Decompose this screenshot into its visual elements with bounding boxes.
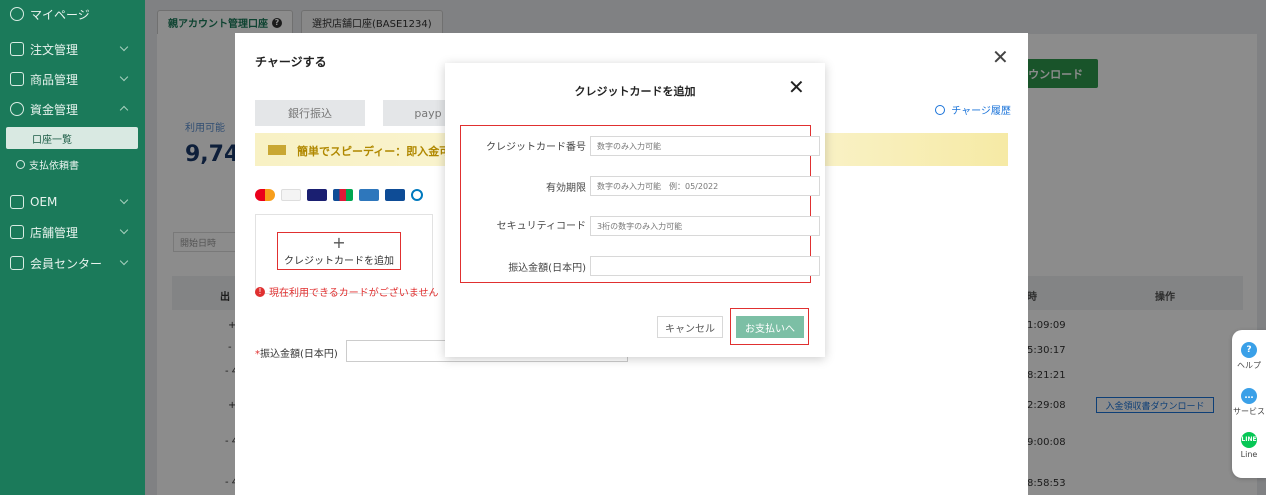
- warning-icon: !: [255, 286, 265, 297]
- sidebar-item-products[interactable]: 商品管理: [0, 67, 145, 91]
- chevron-down-icon: [119, 225, 129, 235]
- card-number-input[interactable]: [590, 136, 820, 156]
- chat-icon: …: [1241, 388, 1257, 404]
- sidebar-subitem-payment-request[interactable]: 支払依頼書: [6, 153, 138, 175]
- warning-text: 現在利用できるカードがございません: [269, 288, 439, 299]
- help-icon: ?: [1241, 342, 1257, 358]
- chevron-down-icon: [119, 195, 129, 205]
- sidebar-item-members[interactable]: 会員センター: [0, 251, 145, 275]
- sidebar-item-label: マイページ: [30, 7, 90, 22]
- support-widget: ? ヘルプ … サービス LINE Line: [1232, 330, 1266, 478]
- sidebar-item-label: 店舗管理: [30, 225, 79, 240]
- cancel-button[interactable]: キャンセル: [657, 316, 723, 338]
- close-icon[interactable]: ✕: [788, 77, 805, 97]
- chevron-up-icon: [119, 105, 129, 115]
- amount-label: *振込金額(日本円): [255, 345, 338, 360]
- sidebar-subitem-label: 口座一覧: [32, 134, 72, 146]
- crown-icon: [10, 256, 24, 270]
- help-widget-item[interactable]: ? ヘルプ: [1232, 342, 1266, 371]
- chevron-down-icon: [119, 42, 129, 52]
- chevron-down-icon: [119, 256, 129, 266]
- bank-transfer-button[interactable]: 銀行振込: [255, 100, 365, 126]
- order-icon: [10, 42, 24, 56]
- amount-label-text: 振込金額(日本円): [260, 349, 338, 360]
- jcb-icon: [333, 189, 353, 201]
- sidebar-item-label: OEM: [30, 195, 58, 209]
- widget-label: ヘルプ: [1237, 361, 1261, 370]
- widget-label: Line: [1240, 450, 1258, 459]
- expiry-input[interactable]: [590, 176, 820, 196]
- add-card-label: クレジットカードを追加: [284, 255, 394, 267]
- sidebar-item-label: 注文管理: [30, 42, 79, 57]
- credit-card-form: クレジットカード番号 有効期限 セキュリティコード 振込金額(日本円): [460, 125, 820, 283]
- banner-text: 簡単でスピーディー：即入金可: [297, 145, 451, 158]
- transfer-amount-label: 振込金額(日本円): [508, 263, 586, 274]
- widget-label: サービス: [1233, 407, 1265, 416]
- chevron-circle-icon: [935, 105, 945, 115]
- no-card-warning: ! 現在利用できるカードがございません: [255, 284, 439, 299]
- sidebar-item-orders[interactable]: 注文管理: [0, 37, 145, 61]
- modal-title: チャージする: [255, 55, 327, 69]
- security-code-input[interactable]: [590, 216, 820, 236]
- close-icon[interactable]: ✕: [992, 47, 1009, 67]
- unionpay-icon: [385, 189, 405, 201]
- sidebar-item-stores[interactable]: 店舗管理: [0, 220, 145, 244]
- plus-icon: +: [332, 232, 346, 252]
- visa-icon: [307, 189, 327, 201]
- mastercard-icon: [255, 189, 275, 201]
- charge-history-label: チャージ履歴: [951, 106, 1011, 117]
- security-code-label: セキュリティコード: [496, 221, 586, 232]
- discover-icon: [281, 189, 301, 201]
- yen-icon: [10, 102, 24, 116]
- bag-icon: [10, 72, 24, 86]
- line-widget-item[interactable]: LINE Line: [1232, 432, 1266, 459]
- add-credit-card-button[interactable]: + クレジットカードを追加: [277, 232, 401, 270]
- card-brands-row: [255, 189, 429, 201]
- clock-icon: [10, 7, 24, 21]
- question-icon: [16, 159, 25, 169]
- add-credit-card-modal: クレジットカードを追加 ✕ クレジットカード番号 有効期限 セキュリティコード …: [445, 63, 825, 357]
- oem-icon: [10, 195, 24, 209]
- line-icon: LINE: [1241, 432, 1257, 448]
- sidebar: マイページ 注文管理 商品管理 資金管理 口座一覧 支払依頼書 OEM 店舗管理…: [0, 0, 145, 495]
- expiry-label: 有効期限: [546, 183, 586, 194]
- sidebar-item-oem[interactable]: OEM: [0, 190, 145, 214]
- sidebar-subitem-account-list[interactable]: 口座一覧: [6, 127, 138, 149]
- sidebar-item-label: 商品管理: [30, 72, 79, 87]
- service-widget-item[interactable]: … サービス: [1232, 388, 1266, 417]
- sidebar-item-label: 会員センター: [30, 256, 103, 271]
- card-number-label: クレジットカード番号: [486, 142, 586, 153]
- sidebar-item-label: 資金管理: [30, 102, 79, 117]
- charge-history-link[interactable]: チャージ履歴: [935, 102, 1011, 117]
- sidebar-item-funds[interactable]: 資金管理: [0, 97, 145, 121]
- sidebar-item-mypage[interactable]: マイページ: [0, 2, 145, 26]
- gift-icon: [268, 145, 286, 155]
- proceed-to-payment-button[interactable]: お支払いへ: [736, 316, 804, 338]
- amex-icon: [359, 189, 379, 201]
- store-icon: [10, 225, 24, 239]
- transfer-amount-input[interactable]: [590, 256, 820, 276]
- modal-title: クレジットカードを追加: [574, 85, 696, 98]
- chevron-down-icon: [119, 72, 129, 82]
- diners-icon: [411, 189, 423, 201]
- sidebar-subitem-label: 支払依頼書: [29, 160, 79, 172]
